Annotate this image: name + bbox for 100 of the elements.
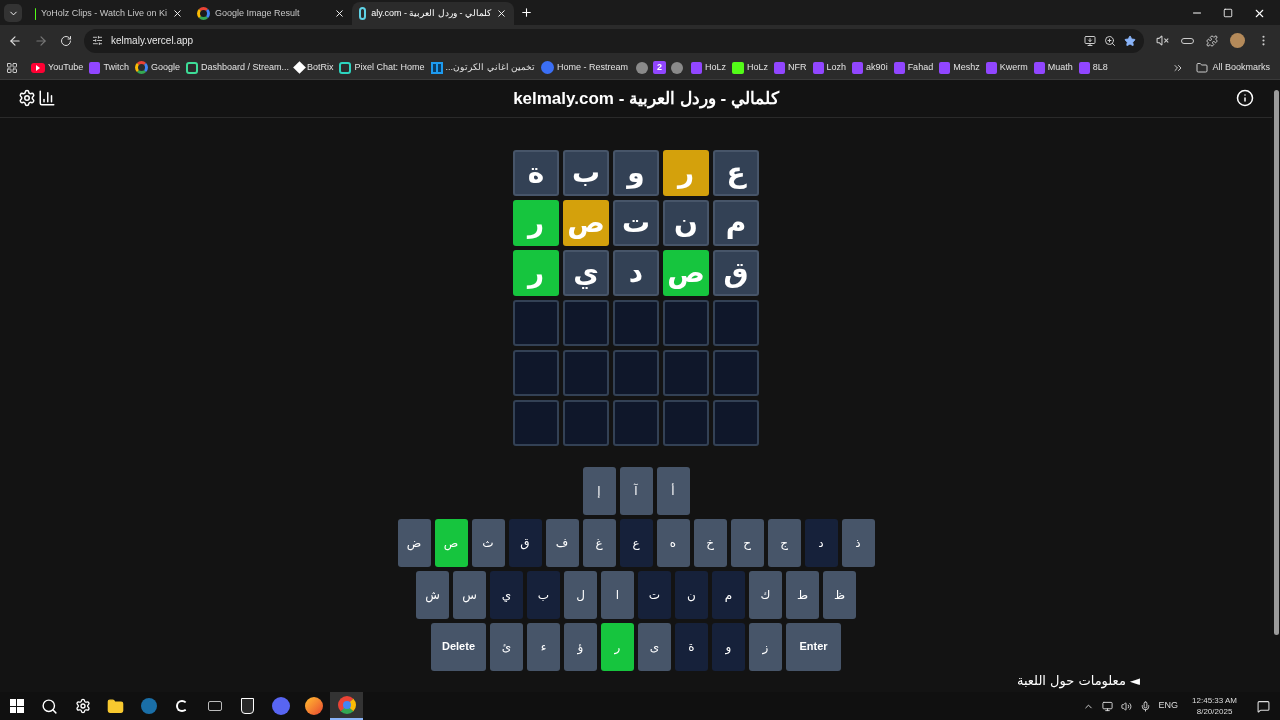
extensions-icon[interactable]: [1206, 34, 1218, 47]
browser-tab[interactable]: YoHolz Clips - Watch Live on Ki: [28, 2, 190, 25]
bookmark-link[interactable]: Dashboard / Stream...: [182, 60, 292, 75]
address-bar[interactable]: kelmaly.vercel.app: [84, 28, 1144, 53]
shield-logo-icon[interactable]: [241, 698, 254, 714]
keyboard-key[interactable]: ط: [786, 570, 819, 619]
bookmark-link[interactable]: BotRix: [291, 60, 337, 75]
bookmark-link[interactable]: Twitch: [86, 60, 132, 75]
search-icon[interactable]: [41, 697, 58, 715]
chrome-logo-icon[interactable]: [337, 696, 356, 714]
about-game-link[interactable]: ◄ معلومات حول اللعبة: [1016, 670, 1140, 690]
gear-icon[interactable]: [74, 698, 91, 714]
keyboard-key[interactable]: آ: [619, 466, 653, 515]
tab-search-button[interactable]: [4, 4, 22, 22]
mute-icon[interactable]: [1156, 34, 1169, 47]
all-bookmarks-link[interactable]: All Bookmarks: [1212, 60, 1274, 75]
close-icon[interactable]: [172, 8, 183, 19]
bookmark-link[interactable]: Meshz: [936, 60, 983, 75]
notifications-icon[interactable]: [1257, 699, 1270, 713]
keyboard-key[interactable]: د: [804, 518, 838, 567]
bookmark-link[interactable]: Home - Restream: [538, 60, 632, 75]
info-icon[interactable]: [1236, 89, 1254, 108]
clock[interactable]: 12:45:33 AM 8/20/2025: [1192, 695, 1237, 717]
letter-tile: و: [613, 149, 659, 196]
settings-icon[interactable]: [18, 89, 36, 108]
bookmark-star-icon[interactable]: [1124, 34, 1136, 47]
keyboard-key[interactable]: إ: [582, 466, 616, 515]
apps-icon[interactable]: [6, 61, 18, 74]
keyboard-key[interactable]: ض: [397, 518, 431, 567]
new-tab-icon[interactable]: [520, 6, 533, 19]
keyboard-key[interactable]: ل: [564, 570, 597, 619]
bookmark-link[interactable]: Google: [131, 60, 183, 75]
site-settings-icon[interactable]: [92, 35, 103, 46]
browser-tab[interactable]: Google Image Result: [190, 2, 352, 25]
keyboard-key[interactable]: ة: [675, 622, 708, 671]
keyboard-key[interactable]: م: [712, 570, 745, 619]
zoom-icon[interactable]: [1104, 34, 1116, 47]
reload-icon[interactable]: [60, 34, 72, 47]
windows-logo-icon[interactable]: [9, 699, 24, 713]
keyboard-key[interactable]: ن: [675, 570, 708, 619]
bookmark-link[interactable]: Muath: [1030, 60, 1076, 75]
bookmark-link[interactable]: Pixel Chat: Home: [336, 60, 428, 75]
keyboard-key[interactable]: س: [453, 570, 486, 619]
bookmark-link[interactable]: HoLz: [688, 60, 730, 75]
forward-icon[interactable]: [34, 33, 48, 48]
keyboard-key[interactable]: ذ: [841, 518, 875, 567]
keyboard-key[interactable]: ز: [749, 622, 782, 671]
network-icon[interactable]: [1101, 700, 1113, 712]
keyboard-key[interactable]: ك: [749, 570, 782, 619]
keyboard-key[interactable]: ؤ: [564, 622, 597, 671]
taskbar-app[interactable]: [330, 692, 363, 720]
keyboard-key[interactable]: ش: [416, 570, 449, 619]
close-icon[interactable]: [334, 8, 345, 19]
keyboard-key[interactable]: ا: [601, 570, 634, 619]
keyboard-key[interactable]: ي: [490, 570, 523, 619]
bookmark-link[interactable]: YouTube: [28, 60, 87, 75]
bookmark-link[interactable]: Fahad: [890, 60, 937, 75]
folder-icon[interactable]: [107, 697, 124, 715]
close-icon[interactable]: [496, 8, 507, 19]
letter-tile: د: [613, 249, 659, 296]
keyboard-key[interactable]: Enter: [786, 622, 841, 671]
keyboard-key[interactable]: ع: [619, 518, 653, 567]
keyboard-key[interactable]: و: [712, 622, 745, 671]
keyboard-key[interactable]: ف: [545, 518, 579, 567]
keyboard-key[interactable]: ئ: [490, 622, 523, 671]
letter-tile: [613, 399, 659, 446]
glasses-icon[interactable]: [1181, 37, 1194, 44]
bookmark-link[interactable]: HoLz: [729, 60, 772, 75]
keyboard-key[interactable]: غ: [582, 518, 616, 567]
install-icon[interactable]: [1084, 34, 1096, 47]
browser-tab[interactable]: كلمالي - وردل العربية - aly.com: [352, 2, 514, 25]
speaker-icon[interactable]: [1120, 700, 1132, 712]
keyboard-key[interactable]: ت: [638, 570, 671, 619]
keyboard-key[interactable]: ب: [527, 570, 560, 619]
bar-chart-icon[interactable]: [38, 89, 56, 108]
keyboard-key[interactable]: ث: [471, 518, 505, 567]
bookmark-link[interactable]: ak90i: [849, 60, 891, 75]
microphone-icon[interactable]: [1139, 700, 1151, 712]
bookmark-link[interactable]: تخمين اغاني الكرتون...: [427, 60, 539, 75]
keyboard-key[interactable]: خ: [693, 518, 727, 567]
keyboard-key[interactable]: ء: [527, 622, 560, 671]
bookmark-link[interactable]: Kwerm: [982, 60, 1031, 75]
keyboard-key[interactable]: ق: [508, 518, 542, 567]
keyboard-key[interactable]: ى: [638, 622, 671, 671]
letter-tile: ع: [713, 149, 759, 196]
back-icon[interactable]: [8, 33, 22, 48]
keyboard-key[interactable]: أ: [656, 466, 690, 515]
keyboard-key[interactable]: ج: [767, 518, 801, 567]
bookmark-link[interactable]: NFR: [771, 60, 810, 75]
scrollbar-thumb[interactable]: [1273, 90, 1279, 635]
profile-avatar[interactable]: [1230, 33, 1245, 48]
restore-icon[interactable]: [1223, 8, 1233, 18]
bookmark-link[interactable]: 8L8: [1075, 60, 1111, 75]
keyboard-key[interactable]: ظ: [823, 570, 856, 619]
bookmark-link[interactable]: Lozh: [809, 60, 850, 75]
keyboard-key[interactable]: ح: [730, 518, 764, 567]
keyboard-key[interactable]: ه: [656, 518, 690, 567]
keyboard-key[interactable]: Delete: [431, 622, 486, 671]
language-indicator[interactable]: ENG: [1158, 699, 1179, 713]
bookmark-badge[interactable]: 2: [653, 61, 667, 74]
